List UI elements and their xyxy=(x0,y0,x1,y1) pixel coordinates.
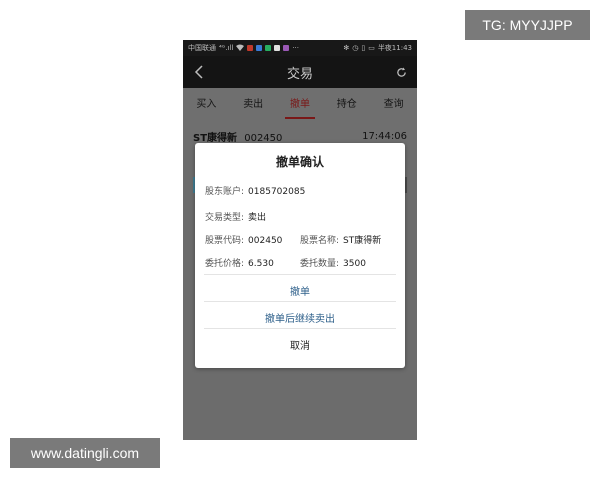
trade-tabs: 买入 卖出 撤单 持仓 查询 xyxy=(183,88,417,122)
refresh-icon xyxy=(396,66,406,77)
status-time: 半夜11:43 xyxy=(377,44,412,52)
order-stock-name: ST康得新 xyxy=(193,132,238,144)
quantity-field: 委托数量: 3500 xyxy=(300,256,366,269)
account-label: 股东账户: xyxy=(205,187,245,197)
price-value: 6.530 xyxy=(248,259,274,269)
trade-type-field: 交易类型: 卖出 xyxy=(205,210,266,223)
watermark-tg: TG: MYYJJPP xyxy=(465,10,590,40)
battery-icon: ▭ xyxy=(368,44,375,52)
app-notification-icon xyxy=(265,45,272,51)
stock-name-value: ST康得新 xyxy=(343,236,382,246)
dialog-title: 撤单确认 xyxy=(275,155,324,169)
nav-bar: 交易 xyxy=(183,56,417,88)
divider xyxy=(204,328,396,329)
watermark-site: www.datingli.com xyxy=(10,438,160,468)
app-notification-icon xyxy=(247,45,254,51)
order-stock-code: 002450 xyxy=(244,132,283,144)
phone-screen: 中国联通 ⁴ᴳ.ıll ··· ✻ ◷ ▯ ▭ 半夜11:43 交易 买入 卖出… xyxy=(183,40,417,440)
cancel-order-button[interactable]: 撤单 xyxy=(195,283,405,298)
account-field: 股东账户: 0185702085 xyxy=(205,184,305,197)
tab-query[interactable]: 查询 xyxy=(370,88,417,122)
divider xyxy=(204,301,396,302)
quantity-value: 3500 xyxy=(343,259,366,269)
divider xyxy=(204,274,396,275)
trade-type-value: 卖出 xyxy=(248,213,267,223)
tab-positions[interactable]: 持仓 xyxy=(323,88,370,122)
trade-type-label: 交易类型: xyxy=(205,213,245,223)
order-time: 17:44:06 xyxy=(362,130,407,142)
bluetooth-icon: ✻ xyxy=(343,44,350,52)
dismiss-button[interactable]: 取消 xyxy=(195,337,405,352)
quantity-label: 委托数量: xyxy=(300,259,340,269)
cancel-and-sell-button[interactable]: 撤单后继续卖出 xyxy=(195,310,405,325)
app-notification-icon xyxy=(283,45,290,51)
vibrate-icon: ▯ xyxy=(361,44,366,52)
tab-sell[interactable]: 卖出 xyxy=(230,88,277,122)
cancel-confirm-dialog: 撤单确认 股东账户: 0185702085 交易类型: 卖出 股票代码: 002450… xyxy=(195,143,405,368)
back-button[interactable] xyxy=(189,62,209,82)
stock-code-label: 股票代码: xyxy=(205,236,245,246)
wifi-icon xyxy=(236,44,245,53)
refresh-button[interactable] xyxy=(391,62,411,82)
status-bar: 中国联通 ⁴ᴳ.ıll ··· ✻ ◷ ▯ ▭ 半夜11:43 xyxy=(183,40,417,56)
stock-name-label: 股票名称: xyxy=(300,236,340,246)
stock-code-value: 002450 xyxy=(248,236,283,246)
tab-cancel-order[interactable]: 撤单 xyxy=(277,88,324,122)
price-label: 委托价格: xyxy=(205,259,245,269)
chevron-left-icon xyxy=(194,65,203,79)
stock-name-field: 股票名称: ST康得新 xyxy=(300,233,381,246)
account-value: 0185702085 xyxy=(248,187,306,197)
tab-buy[interactable]: 买入 xyxy=(183,88,230,122)
more-icon: ··· xyxy=(292,44,299,52)
price-field: 委托价格: 6.530 xyxy=(205,256,274,269)
carrier-label: 中国联通 xyxy=(188,44,216,52)
page-title: 交易 xyxy=(286,66,313,82)
stock-code-field: 股票代码: 002450 xyxy=(205,233,282,246)
app-notification-icon xyxy=(274,45,281,51)
signal-icon: ⁴ᴳ.ıll xyxy=(219,44,234,52)
alarm-icon: ◷ xyxy=(352,44,359,52)
background-button-edge xyxy=(405,177,407,193)
app-notification-icon xyxy=(256,45,263,51)
